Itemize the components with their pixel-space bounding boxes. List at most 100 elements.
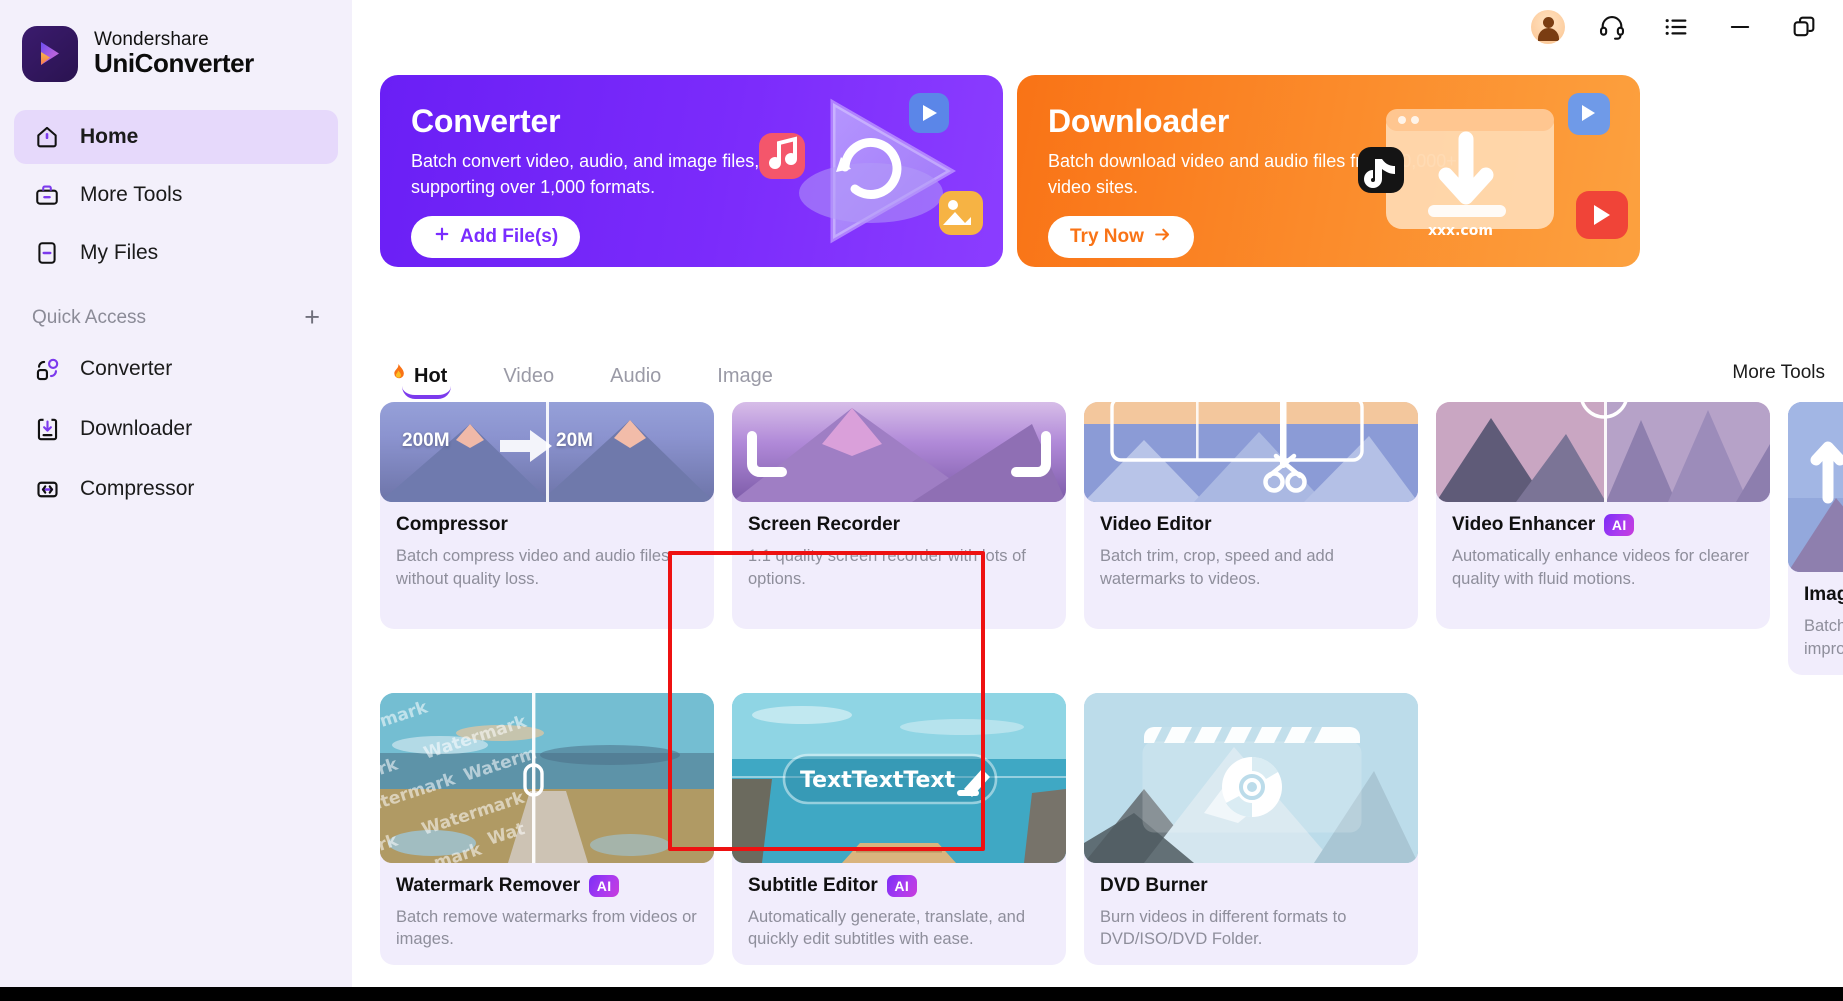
app-logo-icon bbox=[22, 26, 78, 82]
sidebar-item-home[interactable]: Home bbox=[14, 110, 338, 164]
downloader-icon bbox=[32, 414, 62, 444]
tool-card-video-editor[interactable]: Video Editor Batch trim, crop, speed and… bbox=[1084, 402, 1418, 629]
quick-access-title: Quick Access bbox=[32, 306, 147, 328]
sidebar-nav: Home More Tools My Files bbox=[0, 110, 352, 280]
brand-name-top: Wondershare bbox=[94, 29, 209, 51]
thumb-label-before: 200M bbox=[402, 430, 450, 451]
more-tools-link[interactable]: More Tools bbox=[1732, 362, 1825, 384]
svg-text:TextTextText: TextTextText bbox=[800, 768, 956, 793]
tool-description: Automatically enhance videos for clearer… bbox=[1452, 547, 1750, 588]
tool-thumbnail: 4K bbox=[1788, 402, 1843, 572]
tool-description: Burn videos in different formats to DVD/… bbox=[1100, 907, 1347, 949]
tab-video[interactable]: Video bbox=[495, 356, 562, 396]
tool-card-body: DVD Burner Burn videos in different form… bbox=[1084, 863, 1418, 952]
tab-label: Video bbox=[503, 364, 555, 387]
tool-description: Batch enhance images with AI for improve… bbox=[1804, 617, 1843, 658]
quick-access-header: Quick Access + bbox=[0, 284, 352, 339]
tool-card-image-enhancer[interactable]: 4K Image Enhancer AI Batch enhance image… bbox=[1788, 402, 1843, 675]
tool-card-dvd-burner[interactable]: DVD Burner Burn videos in different form… bbox=[1084, 692, 1418, 966]
tool-description: Batch trim, crop, speed and add watermar… bbox=[1100, 547, 1334, 588]
try-now-label: Try Now bbox=[1070, 226, 1144, 248]
sidebar-item-converter[interactable]: Converter bbox=[14, 339, 338, 399]
tool-card-compressor[interactable]: 200M 20M Compressor Batch compress video… bbox=[380, 402, 714, 629]
tool-description: 1:1 quality screen recorder with lots of… bbox=[748, 547, 1026, 588]
tab-label: Audio bbox=[610, 364, 662, 387]
ai-badge: AI bbox=[1604, 514, 1635, 536]
tool-name: Screen Recorder bbox=[748, 514, 901, 535]
titlebar bbox=[1531, 0, 1843, 54]
file-icon bbox=[32, 238, 62, 268]
sidebar: Wondershare UniConverter Home More Tools… bbox=[0, 0, 352, 1001]
quick-access-list: Converter Downloader Compressor bbox=[0, 339, 352, 519]
tool-description: Automatically generate, translate, and q… bbox=[748, 907, 1025, 949]
tool-description: Batch compress video and audio files wit… bbox=[396, 547, 670, 588]
tool-thumbnail bbox=[1084, 692, 1418, 863]
banner-downloader[interactable]: Downloader Batch download video and audi… bbox=[1017, 75, 1640, 267]
sidebar-item-label: Downloader bbox=[80, 417, 193, 440]
tool-card-title: Screen Recorder bbox=[748, 514, 1050, 536]
toolbox-icon bbox=[32, 180, 62, 210]
tool-card-body: Watermark Remover AI Batch remove waterm… bbox=[380, 863, 714, 952]
tool-thumbnail: 200M 20M bbox=[380, 402, 714, 502]
list-icon[interactable] bbox=[1659, 10, 1693, 44]
tool-card-subtitle-editor[interactable]: TextTextText Subtitle Editor AI Automati… bbox=[732, 692, 1066, 966]
tool-description: Batch remove watermarks from videos or i… bbox=[396, 907, 697, 949]
tool-card-watermark-remover[interactable]: mark Watermark rk Waterm atermark Waterm… bbox=[380, 692, 714, 966]
try-now-button[interactable]: Try Now bbox=[1048, 216, 1194, 259]
tool-thumbnail bbox=[1436, 402, 1770, 502]
tool-name: Video Enhancer bbox=[1452, 514, 1596, 535]
brand-text: Wondershare UniConverter bbox=[94, 30, 254, 77]
tool-card-title: DVD Burner bbox=[1100, 875, 1402, 897]
tool-name: Image Enhancer bbox=[1804, 584, 1843, 605]
tool-thumbnail bbox=[1084, 402, 1418, 502]
sidebar-item-compressor[interactable]: Compressor bbox=[14, 459, 338, 519]
sidebar-item-more-tools[interactable]: More Tools bbox=[14, 168, 338, 222]
sidebar-item-label: My Files bbox=[80, 241, 159, 264]
avatar[interactable] bbox=[1531, 10, 1565, 44]
avatar-head bbox=[1542, 17, 1554, 28]
brand-name-bottom: UniConverter bbox=[94, 48, 254, 79]
tool-card-video-enhancer[interactable]: Video Enhancer AI Automatically enhance … bbox=[1436, 402, 1770, 629]
tool-thumbnail bbox=[732, 402, 1066, 502]
tool-card-title: Image Enhancer AI bbox=[1804, 584, 1843, 606]
banner-desc: Batch convert video, audio, and image fi… bbox=[411, 151, 760, 197]
banner-converter[interactable]: Converter Batch convert video, audio, an… bbox=[380, 75, 1003, 267]
tab-audio[interactable]: Audio bbox=[602, 356, 669, 396]
tab-label: Image bbox=[717, 364, 773, 387]
brand: Wondershare UniConverter bbox=[0, 0, 352, 82]
tool-card-body: Image Enhancer AI Batch enhance images w… bbox=[1788, 572, 1843, 661]
fire-icon bbox=[388, 363, 407, 390]
sidebar-item-label: Compressor bbox=[80, 477, 195, 500]
tab-bar: Hot Video Audio Image More Tools bbox=[380, 352, 1843, 400]
tool-card-body: Video Enhancer AI Automatically enhance … bbox=[1436, 502, 1770, 591]
ai-badge: AI bbox=[886, 874, 917, 897]
tool-card-screen-recorder[interactable]: Screen Recorder 1:1 quality screen recor… bbox=[732, 402, 1066, 629]
add-files-button[interactable]: Add File(s) bbox=[411, 216, 581, 259]
tool-card-body: Compressor Batch compress video and audi… bbox=[380, 502, 714, 591]
sidebar-item-label: Home bbox=[80, 125, 139, 148]
tool-thumbnail: mark Watermark rk Waterm atermark Waterm… bbox=[380, 692, 714, 863]
home-icon bbox=[32, 122, 62, 152]
banner-desc: Batch download video and audio files fro… bbox=[1048, 151, 1457, 197]
tool-grid-wrapper: 200M 20M Compressor Batch compress video… bbox=[380, 402, 1843, 1001]
tool-name: Watermark Remover bbox=[396, 874, 581, 896]
tool-name: Subtitle Editor bbox=[748, 874, 878, 896]
tool-card-title: Subtitle Editor AI bbox=[748, 874, 1050, 897]
tool-card-title: Video Editor bbox=[1100, 514, 1402, 536]
restore-icon[interactable] bbox=[1787, 10, 1821, 44]
plus-icon bbox=[433, 225, 451, 249]
add-quick-access-button[interactable]: + bbox=[304, 304, 320, 331]
thumb-label-after: 20M bbox=[556, 430, 593, 451]
ai-badge: AI bbox=[589, 874, 620, 897]
tab-image[interactable]: Image bbox=[709, 356, 781, 396]
tool-card-title: Watermark Remover AI bbox=[396, 874, 698, 897]
tool-card-body: Screen Recorder 1:1 quality screen recor… bbox=[732, 502, 1066, 591]
sidebar-item-downloader[interactable]: Downloader bbox=[14, 399, 338, 459]
converter-icon bbox=[32, 354, 62, 384]
tab-hot[interactable]: Hot bbox=[380, 356, 455, 399]
headset-icon[interactable] bbox=[1595, 10, 1629, 44]
minimize-icon[interactable] bbox=[1723, 10, 1757, 44]
sidebar-item-my-files[interactable]: My Files bbox=[14, 226, 338, 280]
avatar-body bbox=[1537, 28, 1559, 41]
tool-name: Compressor bbox=[396, 514, 508, 535]
